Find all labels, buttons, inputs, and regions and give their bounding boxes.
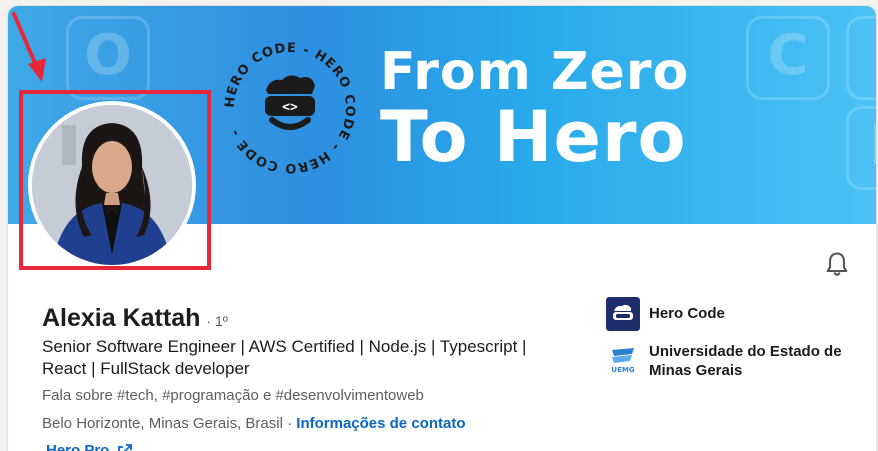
org-uemg[interactable]: UEMG Universidade do Estado de Minas Ger… — [606, 342, 864, 380]
banner-title-line1: From Zero — [380, 42, 690, 102]
banner-title-line2: To Hero — [380, 96, 687, 178]
contact-info-link[interactable]: Informações de contato — [296, 415, 465, 432]
profile-name: Alexia Kattah — [42, 304, 201, 332]
banner-tile: C — [746, 16, 830, 100]
highlight-box — [19, 90, 211, 270]
uemg-logo-text: UEMG — [611, 366, 634, 374]
banner-tile — [846, 16, 876, 100]
profile-name-row: Alexia Kattah · 1º — [42, 304, 228, 333]
profile-headline: Senior Software Engineer | AWS Certified… — [42, 337, 527, 378]
profile-about: Fala sobre #tech, #programação e #desenv… — [42, 387, 424, 404]
hero-code-logo — [606, 297, 640, 331]
connection-degree: · 1º — [206, 313, 228, 329]
website-label: Hero Pro — [46, 442, 110, 451]
banner-tile: O — [66, 16, 150, 100]
bell-icon[interactable] — [823, 250, 851, 278]
location-separator: · — [282, 415, 297, 432]
website-link[interactable]: Hero Pro — [46, 442, 133, 451]
banner-title: From Zero To Hero — [380, 46, 689, 172]
arrow-annotation — [12, 12, 46, 82]
badge-code-glyph: <> — [282, 100, 298, 115]
org-name: Hero Code — [649, 305, 725, 322]
profile-location-line: Belo Horizonte, Minas Gerais, Brasil · I… — [42, 415, 465, 432]
external-link-icon — [118, 443, 133, 451]
hero-code-badge: HERO CODE - HERO CODE - HERO CODE - <> — [223, 41, 356, 175]
org-name: Universidade do Estado de Minas Gerais — [649, 343, 842, 379]
banner-tile: E — [846, 106, 876, 190]
uemg-logo: UEMG — [606, 342, 640, 376]
profile-location: Belo Horizonte, Minas Gerais, Brasil — [42, 415, 283, 432]
org-hero-code[interactable]: Hero Code — [606, 297, 864, 331]
